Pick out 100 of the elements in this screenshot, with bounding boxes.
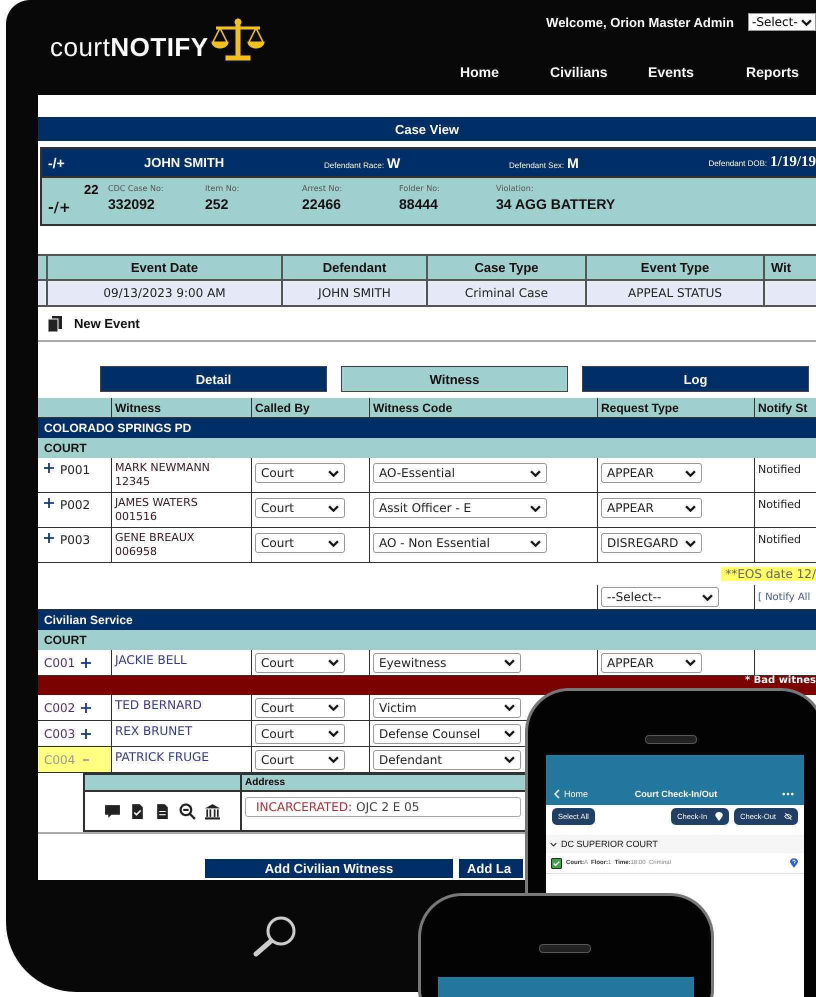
back-link[interactable]: Home (554, 789, 588, 799)
dropdown[interactable]: APPEAR (601, 652, 702, 672)
dropdown[interactable]: Defendant (373, 750, 521, 770)
tab[interactable]: Witness (341, 366, 568, 392)
column-header: Event Type (587, 256, 765, 279)
new-event-link[interactable]: New Event (74, 316, 140, 331)
defendant-name: JOHN SMITH (144, 155, 226, 170)
help-pin-icon[interactable] (790, 858, 798, 868)
dropdown[interactable]: APPEAR (601, 463, 702, 483)
dropdown[interactable]: Defense Counsel (373, 724, 521, 744)
notify-all-link[interactable]: [ Notify All (758, 592, 810, 602)
status-text: Notified (758, 498, 802, 511)
nav-link[interactable]: Civilians (550, 64, 648, 80)
dropdown[interactable]: Victim (373, 698, 521, 718)
nav-link[interactable]: Events (648, 64, 746, 80)
more-icon[interactable] (782, 792, 794, 796)
plus-icon[interactable] (81, 658, 92, 668)
checkbox[interactable] (551, 858, 562, 868)
dropdown[interactable]: Court (255, 463, 345, 483)
chevron-down-icon (530, 540, 541, 546)
document-icon[interactable] (154, 802, 171, 820)
table-cell: JOHN SMITH (283, 281, 428, 305)
witness-id: P003 (60, 533, 90, 547)
chevron-down-icon (530, 470, 541, 476)
subgroup-header: COURT (38, 438, 816, 458)
plus-icon[interactable] (81, 728, 92, 738)
zoom-out-icon[interactable] (179, 802, 196, 820)
scales-icon (210, 18, 265, 62)
plus-icon[interactable] (44, 463, 54, 473)
chevron-down-icon (504, 756, 515, 763)
chevron-down-icon (685, 470, 696, 476)
plus-icon[interactable] (44, 533, 54, 543)
witness-name[interactable]: PATRICK FRUGE (115, 750, 209, 764)
role-dropdown[interactable]: -Select- (748, 13, 816, 31)
chevron-down-icon (801, 18, 812, 26)
dropdown[interactable]: Court (255, 652, 345, 672)
plus-icon[interactable] (44, 498, 54, 508)
toggle-link[interactable]: -/+ (42, 154, 144, 170)
chevron-down-icon (328, 470, 339, 476)
chevron-down-icon (328, 730, 339, 737)
dropdown[interactable]: Court (255, 533, 345, 553)
dropdown[interactable]: Court (255, 750, 345, 770)
section-title: Case View (38, 117, 816, 141)
group-header[interactable]: DC SUPERIOR COURT (546, 835, 804, 853)
speaker-slot (539, 944, 591, 953)
group-header: COLORADO SPRINGS PD (38, 418, 816, 438)
chevron-down-icon (530, 504, 541, 512)
witness-name: MARK NEWMANN 12345 (115, 461, 210, 489)
witness-id: P002 (60, 498, 90, 512)
dropdown[interactable]: Assit Officer - E (373, 498, 547, 518)
field-label: Defendant Race: (324, 160, 384, 170)
dropdown[interactable]: APPEAR (601, 498, 702, 518)
dropdown[interactable]: Court (255, 498, 345, 518)
dropdown[interactable]: Court (255, 698, 345, 718)
address-field[interactable]: INCARCERATED: OJC 2 E 05 (245, 797, 521, 817)
speaker-slot (645, 735, 697, 744)
field-label: Arrest No: (302, 184, 344, 193)
chevron-down-icon (504, 704, 515, 711)
action-button[interactable]: Add La (459, 859, 523, 878)
action-button[interactable]: Add Civilian Witness (205, 859, 453, 878)
dropdown[interactable]: AO-Essential (373, 463, 547, 483)
field-label: Defendant DOB: (708, 159, 768, 168)
field-value: M (567, 154, 579, 170)
tab[interactable]: Detail (100, 366, 327, 392)
field-label: CDC Case No: (108, 184, 165, 193)
chevron-down-icon (328, 504, 339, 512)
comment-icon[interactable] (104, 802, 121, 820)
witness-name[interactable]: TED BERNARD (115, 698, 202, 712)
nav-link[interactable]: Home (460, 64, 550, 80)
witness-name: GENE BREAUX 006958 (115, 531, 194, 559)
chevron-down-icon (328, 704, 339, 711)
tab[interactable]: Log (582, 366, 809, 392)
witness-name[interactable]: REX BRUNET (115, 724, 192, 738)
table-cell: Criminal Case (428, 281, 587, 305)
dropdown[interactable]: DISREGARD (601, 533, 702, 553)
field-label: Defendant Sex: (509, 160, 564, 170)
toggle-link[interactable]: -/+ (42, 200, 84, 216)
chevron-down-icon (504, 659, 515, 666)
witness-name[interactable]: JACKIE BELL (115, 653, 187, 667)
dropdown[interactable]: Eyewitness (373, 652, 521, 672)
plus-icon[interactable] (81, 702, 92, 712)
field-value: W (387, 154, 400, 170)
witness-id: C004 (44, 752, 76, 766)
count-text: 22 (84, 182, 100, 197)
chevron-down-icon (328, 659, 339, 666)
subgroup-header: COURT (38, 630, 816, 650)
dropdown[interactable]: AO - Non Essential (373, 533, 547, 553)
documents-icon[interactable] (48, 316, 62, 332)
eye-slash-icon (784, 812, 792, 821)
witness-id: P001 (60, 463, 90, 477)
document-check-icon[interactable] (129, 802, 146, 820)
field-value: 34 AGG BATTERY (496, 196, 616, 212)
witness-name: JAMES WATERS 001516 (115, 496, 198, 524)
bank-icon[interactable] (204, 802, 221, 820)
field-value: 88444 (399, 196, 439, 212)
nav-link[interactable]: Reports (746, 64, 816, 80)
dropdown[interactable]: Court (255, 724, 345, 744)
dropdown[interactable]: --Select-- (601, 587, 719, 607)
field-value: 332092 (108, 196, 156, 212)
column-header: Defendant (283, 256, 428, 279)
